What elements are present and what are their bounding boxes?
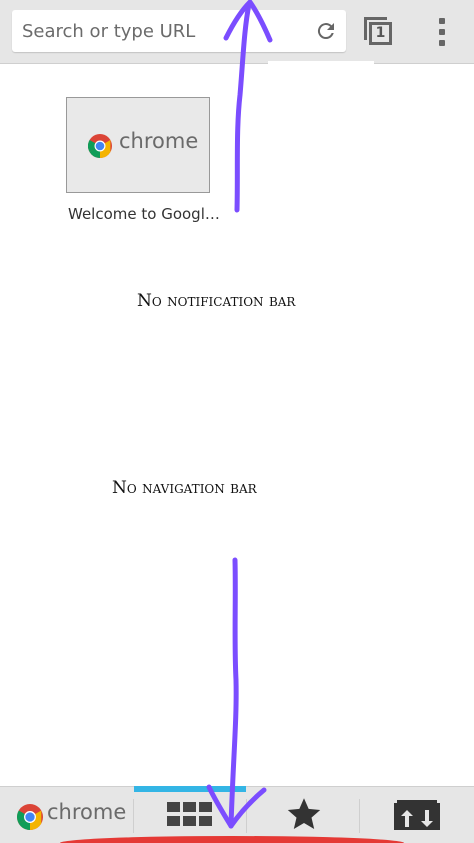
tab-switcher-button[interactable]: 1 (361, 14, 397, 50)
red-highlight-stroke (60, 836, 404, 843)
search-input[interactable] (22, 10, 292, 52)
other-devices-sync-icon (394, 800, 440, 830)
tab-count-badge: 1 (369, 22, 392, 45)
most-visited-thumbnail[interactable]: chrome (66, 97, 210, 193)
thumbnail-logo-text: chrome (119, 129, 199, 153)
menu-dot-icon (439, 29, 445, 35)
chrome-logo-icon (17, 804, 43, 830)
overflow-menu-button[interactable] (430, 16, 454, 48)
bottom-tab-chrome[interactable]: chrome (0, 787, 133, 843)
bookmarks-star-icon (287, 798, 321, 829)
browser-screen: 1 chrome Welcome to Googl… No notificati… (0, 0, 474, 843)
reload-icon[interactable] (314, 19, 338, 43)
menu-dot-icon (439, 18, 445, 24)
omnibox[interactable] (12, 10, 346, 52)
toolbar-highlight (268, 61, 374, 64)
bottom-chrome-label: chrome (47, 800, 127, 824)
chrome-logo-icon (88, 134, 112, 158)
active-tab-indicator (134, 786, 246, 792)
most-visited-grid-icon (167, 802, 213, 826)
menu-dot-icon (439, 40, 445, 46)
annotation-no-navigation-bar: No navigation bar (112, 478, 257, 498)
top-toolbar: 1 (0, 0, 474, 64)
thumbnail-caption[interactable]: Welcome to Googl… (68, 205, 220, 223)
annotation-no-notification-bar: No notification bar (137, 291, 296, 311)
